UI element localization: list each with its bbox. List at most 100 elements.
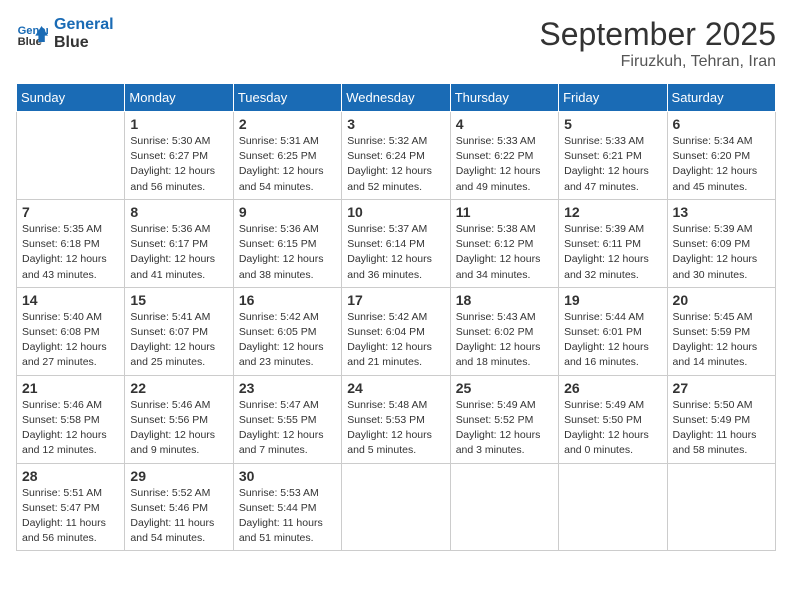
week-row-5: 28 Sunrise: 5:51 AM Sunset: 5:47 PM Dayli…	[17, 463, 776, 551]
day-info: Sunrise: 5:41 AM Sunset: 6:07 PM Dayligh…	[130, 310, 227, 371]
day-number: 24	[347, 380, 444, 396]
week-row-4: 21Sunrise: 5:46 AM Sunset: 5:58 PM Dayli…	[17, 375, 776, 463]
day-number: 1	[130, 116, 227, 132]
page-header: General Blue General Blue September 2025…	[16, 16, 776, 71]
calendar-cell: 7 Sunrise: 5:35 AM Sunset: 6:18 PM Daylig…	[17, 199, 125, 287]
calendar-cell: 10 Sunrise: 5:37 AM Sunset: 6:14 PM Dayli…	[342, 199, 450, 287]
calendar-cell: 28 Sunrise: 5:51 AM Sunset: 5:47 PM Dayli…	[17, 463, 125, 551]
day-number: 30	[239, 468, 336, 484]
day-info: Sunrise: 5:50 AM Sunset: 5:49 PM Dayligh…	[673, 398, 770, 459]
header-monday: Monday	[125, 84, 233, 112]
day-info: Sunrise: 5:46 AM Sunset: 5:56 PM Dayligh…	[130, 398, 227, 459]
day-number: 3	[347, 116, 444, 132]
calendar-cell: 3 Sunrise: 5:32 AM Sunset: 6:24 PM Daylig…	[342, 112, 450, 200]
day-number: 10	[347, 204, 444, 220]
calendar-cell: 17 Sunrise: 5:42 AM Sunset: 6:04 PM Dayli…	[342, 287, 450, 375]
calendar-cell: 24 Sunrise: 5:48 AM Sunset: 5:53 PM Dayli…	[342, 375, 450, 463]
svg-text:Blue: Blue	[18, 36, 42, 48]
calendar-cell: 4Sunrise: 5:33 AM Sunset: 6:22 PM Daylig…	[450, 112, 558, 200]
calendar-cell: 18 Sunrise: 5:43 AM Sunset: 6:02 PM Dayli…	[450, 287, 558, 375]
calendar-cell: 20 Sunrise: 5:45 AM Sunset: 5:59 PM Dayli…	[667, 287, 775, 375]
calendar-cell	[559, 463, 667, 551]
day-info: Sunrise: 5:49 AM Sunset: 5:50 PM Dayligh…	[564, 398, 661, 459]
header-saturday: Saturday	[667, 84, 775, 112]
day-number: 28	[22, 468, 119, 484]
day-info: Sunrise: 5:53 AM Sunset: 5:44 PM Dayligh…	[239, 486, 336, 547]
day-number: 11	[456, 204, 553, 220]
day-info: Sunrise: 5:49 AM Sunset: 5:52 PM Dayligh…	[456, 398, 553, 459]
day-info: Sunrise: 5:42 AM Sunset: 6:05 PM Dayligh…	[239, 310, 336, 371]
day-info: Sunrise: 5:51 AM Sunset: 5:47 PM Dayligh…	[22, 486, 119, 547]
calendar-cell: 15 Sunrise: 5:41 AM Sunset: 6:07 PM Dayli…	[125, 287, 233, 375]
day-number: 20	[673, 292, 770, 308]
day-info: Sunrise: 5:34 AM Sunset: 6:20 PM Dayligh…	[673, 134, 770, 195]
logo-icon: General Blue	[16, 18, 48, 50]
calendar-cell: 5 Sunrise: 5:33 AM Sunset: 6:21 PM Daylig…	[559, 112, 667, 200]
day-info: Sunrise: 5:36 AM Sunset: 6:17 PM Dayligh…	[130, 222, 227, 283]
location-subtitle: Firuzkuh, Tehran, Iran	[539, 53, 776, 71]
day-number: 17	[347, 292, 444, 308]
calendar-table: SundayMondayTuesdayWednesdayThursdayFrid…	[16, 83, 776, 551]
day-number: 18	[456, 292, 553, 308]
week-row-3: 14Sunrise: 5:40 AM Sunset: 6:08 PM Dayli…	[17, 287, 776, 375]
calendar-cell	[667, 463, 775, 551]
day-number: 27	[673, 380, 770, 396]
calendar-cell	[450, 463, 558, 551]
day-info: Sunrise: 5:42 AM Sunset: 6:04 PM Dayligh…	[347, 310, 444, 371]
logo: General Blue General Blue	[16, 16, 114, 51]
header-tuesday: Tuesday	[233, 84, 341, 112]
day-number: 5	[564, 116, 661, 132]
day-info: Sunrise: 5:37 AM Sunset: 6:14 PM Dayligh…	[347, 222, 444, 283]
calendar-cell	[342, 463, 450, 551]
day-info: Sunrise: 5:39 AM Sunset: 6:09 PM Dayligh…	[673, 222, 770, 283]
calendar-cell: 14Sunrise: 5:40 AM Sunset: 6:08 PM Dayli…	[17, 287, 125, 375]
month-title: September 2025	[539, 16, 776, 53]
day-number: 9	[239, 204, 336, 220]
day-number: 2	[239, 116, 336, 132]
calendar-cell: 26 Sunrise: 5:49 AM Sunset: 5:50 PM Dayli…	[559, 375, 667, 463]
day-info: Sunrise: 5:35 AM Sunset: 6:18 PM Dayligh…	[22, 222, 119, 283]
day-info: Sunrise: 5:44 AM Sunset: 6:01 PM Dayligh…	[564, 310, 661, 371]
day-info: Sunrise: 5:30 AM Sunset: 6:27 PM Dayligh…	[130, 134, 227, 195]
calendar-cell: 2Sunrise: 5:31 AM Sunset: 6:25 PM Daylig…	[233, 112, 341, 200]
calendar-cell: 6 Sunrise: 5:34 AM Sunset: 6:20 PM Daylig…	[667, 112, 775, 200]
calendar-cell: 29Sunrise: 5:52 AM Sunset: 5:46 PM Dayli…	[125, 463, 233, 551]
logo-line1: General	[54, 16, 114, 34]
calendar-cell: 19 Sunrise: 5:44 AM Sunset: 6:01 PM Dayli…	[559, 287, 667, 375]
day-info: Sunrise: 5:48 AM Sunset: 5:53 PM Dayligh…	[347, 398, 444, 459]
header-thursday: Thursday	[450, 84, 558, 112]
week-row-2: 7 Sunrise: 5:35 AM Sunset: 6:18 PM Daylig…	[17, 199, 776, 287]
calendar-cell: 27 Sunrise: 5:50 AM Sunset: 5:49 PM Dayli…	[667, 375, 775, 463]
header-friday: Friday	[559, 84, 667, 112]
week-row-1: 1 Sunrise: 5:30 AM Sunset: 6:27 PM Daylig…	[17, 112, 776, 200]
day-number: 16	[239, 292, 336, 308]
day-info: Sunrise: 5:43 AM Sunset: 6:02 PM Dayligh…	[456, 310, 553, 371]
calendar-cell: 13 Sunrise: 5:39 AM Sunset: 6:09 PM Dayli…	[667, 199, 775, 287]
day-number: 14	[22, 292, 119, 308]
day-info: Sunrise: 5:38 AM Sunset: 6:12 PM Dayligh…	[456, 222, 553, 283]
day-number: 6	[673, 116, 770, 132]
day-number: 23	[239, 380, 336, 396]
day-info: Sunrise: 5:33 AM Sunset: 6:21 PM Dayligh…	[564, 134, 661, 195]
calendar-cell	[17, 112, 125, 200]
day-info: Sunrise: 5:32 AM Sunset: 6:24 PM Dayligh…	[347, 134, 444, 195]
header-wednesday: Wednesday	[342, 84, 450, 112]
calendar-cell: 16 Sunrise: 5:42 AM Sunset: 6:05 PM Dayli…	[233, 287, 341, 375]
calendar-cell: 1 Sunrise: 5:30 AM Sunset: 6:27 PM Daylig…	[125, 112, 233, 200]
day-number: 12	[564, 204, 661, 220]
day-number: 13	[673, 204, 770, 220]
day-number: 29	[130, 468, 227, 484]
calendar-cell: 8Sunrise: 5:36 AM Sunset: 6:17 PM Daylig…	[125, 199, 233, 287]
calendar-cell: 25Sunrise: 5:49 AM Sunset: 5:52 PM Dayli…	[450, 375, 558, 463]
calendar-cell: 23Sunrise: 5:47 AM Sunset: 5:55 PM Dayli…	[233, 375, 341, 463]
logo-line2: Blue	[54, 34, 114, 52]
day-number: 19	[564, 292, 661, 308]
header-sunday: Sunday	[17, 84, 125, 112]
day-number: 7	[22, 204, 119, 220]
day-number: 15	[130, 292, 227, 308]
day-number: 26	[564, 380, 661, 396]
day-info: Sunrise: 5:46 AM Sunset: 5:58 PM Dayligh…	[22, 398, 119, 459]
calendar-cell: 21Sunrise: 5:46 AM Sunset: 5:58 PM Dayli…	[17, 375, 125, 463]
day-info: Sunrise: 5:45 AM Sunset: 5:59 PM Dayligh…	[673, 310, 770, 371]
day-info: Sunrise: 5:36 AM Sunset: 6:15 PM Dayligh…	[239, 222, 336, 283]
